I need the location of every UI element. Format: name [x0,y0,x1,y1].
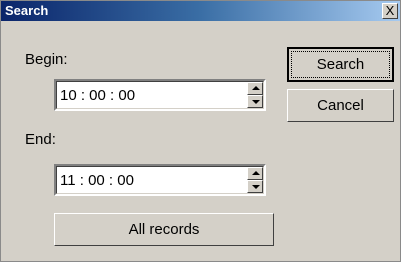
cancel-button[interactable]: Cancel [287,89,394,122]
search-button-label: Search [316,56,365,73]
end-time-field[interactable]: 11 : 00 : 00 [54,164,266,196]
close-button[interactable]: X [382,3,398,19]
window-title: Search [5,3,49,18]
begin-label: Begin: [25,51,68,68]
close-icon: X [385,3,395,18]
search-button[interactable]: Search [287,47,394,82]
spin-up-arrow-icon [252,171,260,175]
begin-time-field[interactable]: 10 : 00 : 00 [54,79,266,111]
spin-down-arrow-icon [252,100,260,104]
end-time-spinner[interactable] [247,167,263,193]
begin-time-value: 10 : 00 : 00 [60,87,136,104]
begin-spin-down-button[interactable] [247,95,263,108]
end-time-value: 11 : 00 : 00 [60,172,134,189]
begin-time-spinner[interactable] [247,82,263,108]
end-spin-up-button[interactable] [247,167,263,180]
spin-down-arrow-icon [252,185,260,189]
all-records-button-label: All records [128,221,200,238]
search-dialog: Search X Begin: 10 : 00 : 00 End: 11 : 0… [0,0,401,262]
begin-spin-up-button[interactable] [247,82,263,95]
cancel-button-label: Cancel [317,97,364,114]
all-records-button[interactable]: All records [54,213,274,246]
spin-up-arrow-icon [252,86,260,90]
end-label: End: [25,131,56,148]
title-bar[interactable]: Search X [1,1,400,21]
end-spin-down-button[interactable] [247,180,263,193]
